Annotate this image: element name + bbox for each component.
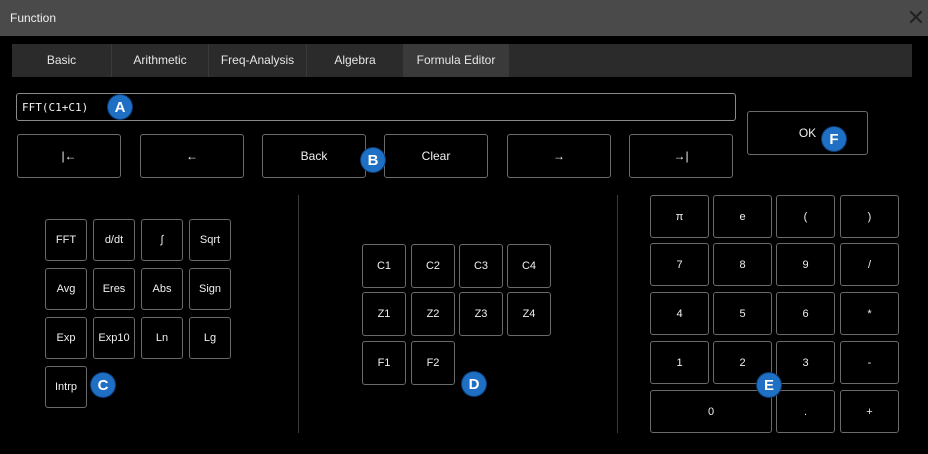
cursor-right-button[interactable]: → xyxy=(507,134,611,178)
lg-key[interactable]: Lg xyxy=(189,317,231,359)
e-key[interactable]: e xyxy=(713,195,772,238)
back-button[interactable]: Back xyxy=(262,134,366,178)
jump-to-start-button[interactable]: |← xyxy=(17,134,121,178)
abs-key[interactable]: Abs xyxy=(141,268,183,310)
close-paren-key[interactable]: ) xyxy=(840,195,899,238)
f2-key[interactable]: F2 xyxy=(411,341,455,385)
eres-key[interactable]: Eres xyxy=(93,268,135,310)
exp10-key[interactable]: Exp10 xyxy=(93,317,135,359)
tab-bar: Basic Arithmetic Freq-Analysis Algebra F… xyxy=(12,44,912,77)
f1-key[interactable]: F1 xyxy=(362,341,406,385)
digit-6-key[interactable]: 6 xyxy=(776,292,835,335)
formula-value: FFT(C1+C1) xyxy=(22,101,89,114)
title-bar: Function ✕ xyxy=(0,0,928,36)
integral-key[interactable]: ∫ xyxy=(141,219,183,261)
digit-9-key[interactable]: 9 xyxy=(776,243,835,286)
tab-basic[interactable]: Basic xyxy=(12,44,112,77)
tab-freq-analysis[interactable]: Freq-Analysis xyxy=(209,44,307,77)
function-window: Function ✕ Basic Arithmetic Freq-Analysi… xyxy=(0,0,928,454)
minus-key[interactable]: - xyxy=(840,341,899,384)
plus-key[interactable]: + xyxy=(840,390,899,433)
digit-1-key[interactable]: 1 xyxy=(650,341,709,384)
callout-e: E xyxy=(757,373,781,397)
divider-right xyxy=(617,195,618,433)
ok-button[interactable]: OK xyxy=(747,111,868,155)
exp-key[interactable]: Exp xyxy=(45,317,87,359)
callout-b: B xyxy=(361,148,385,172)
intrp-key[interactable]: Intrp xyxy=(45,366,87,408)
callout-a: A xyxy=(108,95,132,119)
z1-key[interactable]: Z1 xyxy=(362,292,406,336)
clear-button[interactable]: Clear xyxy=(384,134,488,178)
digit-7-key[interactable]: 7 xyxy=(650,243,709,286)
derivative-key[interactable]: d/dt xyxy=(93,219,135,261)
decimal-point-key[interactable]: . xyxy=(776,390,835,433)
z4-key[interactable]: Z4 xyxy=(507,292,551,336)
callout-f: F xyxy=(822,127,846,151)
c3-key[interactable]: C3 xyxy=(459,244,503,288)
sqrt-key[interactable]: Sqrt xyxy=(189,219,231,261)
multiply-key[interactable]: * xyxy=(840,292,899,335)
digit-4-key[interactable]: 4 xyxy=(650,292,709,335)
callout-c: C xyxy=(91,373,115,397)
divide-key[interactable]: / xyxy=(840,243,899,286)
c1-key[interactable]: C1 xyxy=(362,244,406,288)
digit-5-key[interactable]: 5 xyxy=(713,292,772,335)
ln-key[interactable]: Ln xyxy=(141,317,183,359)
pi-key[interactable]: π xyxy=(650,195,709,238)
divider-left xyxy=(298,195,299,433)
tab-formula-editor[interactable]: Formula Editor xyxy=(404,44,509,77)
z3-key[interactable]: Z3 xyxy=(459,292,503,336)
close-icon[interactable]: ✕ xyxy=(904,4,928,32)
digit-8-key[interactable]: 8 xyxy=(713,243,772,286)
cursor-left-button[interactable]: ← xyxy=(140,134,244,178)
open-paren-key[interactable]: ( xyxy=(776,195,835,238)
digit-3-key[interactable]: 3 xyxy=(776,341,835,384)
sign-key[interactable]: Sign xyxy=(189,268,231,310)
tab-arithmetic[interactable]: Arithmetic xyxy=(112,44,209,77)
z2-key[interactable]: Z2 xyxy=(411,292,455,336)
fft-key[interactable]: FFT xyxy=(45,219,87,261)
tab-algebra[interactable]: Algebra xyxy=(307,44,404,77)
c4-key[interactable]: C4 xyxy=(507,244,551,288)
avg-key[interactable]: Avg xyxy=(45,268,87,310)
callout-d: D xyxy=(462,372,486,396)
jump-to-end-button[interactable]: →| xyxy=(629,134,733,178)
c2-key[interactable]: C2 xyxy=(411,244,455,288)
window-title: Function xyxy=(10,11,57,25)
digit-0-key[interactable]: 0 xyxy=(650,390,772,433)
